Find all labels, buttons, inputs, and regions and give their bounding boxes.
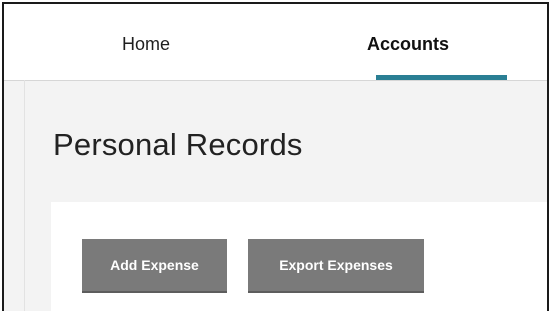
tab-accounts[interactable]: Accounts [367,34,449,55]
active-tab-indicator [376,75,507,80]
actions-panel: Add Expense Export Expenses [51,202,547,311]
add-expense-button[interactable]: Add Expense [82,239,227,291]
top-nav: Home Accounts [4,4,547,81]
tab-home[interactable]: Home [122,34,170,55]
app-window: Home Accounts Personal Records Add Expen… [2,2,549,311]
content-divider [24,80,25,311]
page-title: Personal Records [53,127,303,162]
export-expenses-button[interactable]: Export Expenses [248,239,424,291]
